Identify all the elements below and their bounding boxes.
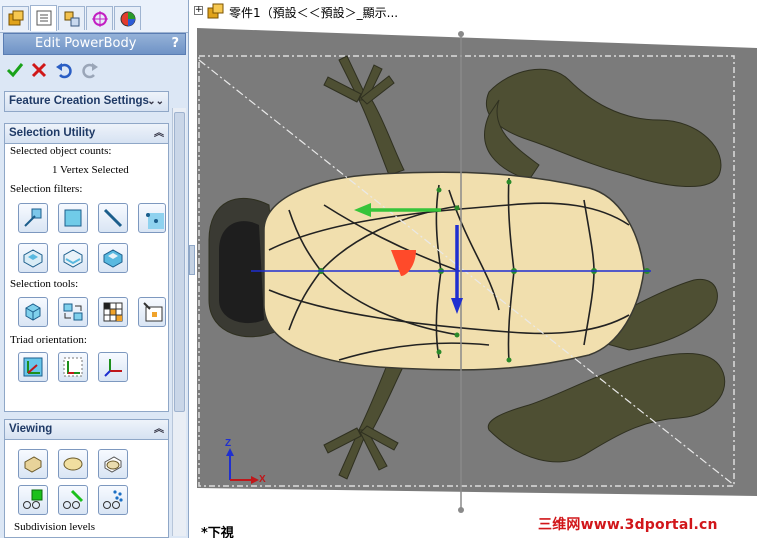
help-button[interactable]: ? [171,34,179,54]
points-filter-icon [146,213,164,229]
watermark-text: 三维网www.3dportal.cn [538,517,718,533]
triad-x-label: X [259,474,266,485]
tool-invert-selection-button[interactable] [58,297,88,327]
subdivision-levels-label: Subdivision levels [14,521,95,533]
view-vertices-button[interactable] [98,485,128,515]
graphics-viewport[interactable]: Z X + 零件1（預設＜＜預設＞_顯示... *下視 三维网www.3dpor… [189,0,757,538]
selected-counts-label: Selected object counts: [10,145,112,157]
tab-property-manager[interactable] [30,5,57,31]
selection-tools-label: Selection tools: [10,278,79,290]
selection-utility-header[interactable]: Selection Utility ︽ [4,123,169,144]
axis-endpoint-top[interactable] [458,31,464,37]
chevron-down-icon[interactable]: ⌄⌄ [147,92,164,111]
model-view-canvas[interactable] [189,0,757,538]
view-edges-button[interactable] [58,485,88,515]
chevron-up-icon[interactable]: ︽ [154,124,164,143]
dimxpert-icon [92,11,108,27]
face-filter-icon [64,209,82,227]
selection-utility-body: Selected object counts: 1 Vertex Selecte… [4,144,169,412]
view-box-mode-button[interactable] [18,449,48,479]
triad-view-button[interactable] [98,352,128,382]
undo-icon[interactable] [54,60,74,80]
view-faces-button[interactable] [18,485,48,515]
chevron-up-icon[interactable]: ︽ [154,420,164,439]
viewing-body: Subdivision levels [4,440,169,538]
filter-ring-button[interactable] [58,243,88,273]
ring-filter-icon [63,249,83,268]
vertex-filter-icon [24,208,42,227]
tab-display-manager[interactable] [114,6,141,30]
triad-global-icon [23,357,43,377]
panel-tab-strip [0,0,188,33]
tab-configuration-manager[interactable] [58,6,85,30]
boundary-filter-icon [103,249,123,268]
box-view-icon [24,456,42,473]
shrink-selection-icon [143,302,163,322]
action-buttons-row [0,57,188,83]
triad-local-icon [63,357,83,377]
feature-creation-settings-header[interactable]: Feature Creation Settings ⌄⌄ [4,91,169,112]
tab-feature-manager[interactable] [2,6,29,30]
triad-global-button[interactable] [18,352,48,382]
filter-boundary-button[interactable] [98,243,128,273]
cube-select-icon [25,303,41,321]
feature-tree-root[interactable]: 零件1（預設＜＜預設＞_顯示... [229,4,398,21]
view-orientation-label: *下視 [201,526,234,538]
panel-splitter-handle[interactable] [189,245,195,275]
panel-scrollbar[interactable] [172,108,186,536]
viewing-header[interactable]: Viewing ︽ [4,419,169,440]
tab-dimxpert[interactable] [86,6,113,30]
smooth-view-icon [63,457,83,471]
configuration-manager-icon [64,11,80,27]
display-manager-icon [120,11,136,27]
property-manager-panel: Edit PowerBody ? Feature Creation Settin… [0,0,189,538]
feature-manager-icon [8,10,24,26]
tool-grow-selection-button[interactable] [98,297,128,327]
box-smooth-view-icon [104,456,122,473]
filter-points-button[interactable] [138,203,166,233]
triad-view-icon [104,359,122,377]
selected-counts-value: 1 Vertex Selected [52,164,129,176]
triad-local-button[interactable] [58,352,88,382]
glasses-faces-icon [23,489,43,509]
edge-filter-icon [103,208,123,228]
ok-check-icon[interactable] [5,60,25,80]
triad-orientation-label: Triad orientation: [10,334,87,346]
filter-loop-button[interactable] [18,243,48,273]
view-smooth-mode-button[interactable] [58,449,88,479]
grow-selection-icon [103,302,123,322]
property-manager-icon [36,10,52,26]
cancel-x-icon[interactable] [29,60,49,80]
glasses-vertices-icon [103,490,123,509]
filter-edge-button[interactable] [98,203,128,233]
scrollbar-thumb[interactable] [174,112,185,412]
tool-shrink-selection-button[interactable] [138,297,166,327]
filter-vertex-button[interactable] [18,203,48,233]
selection-utility-title: Selection Utility [9,127,96,139]
tool-select-all-button[interactable] [18,297,48,327]
axis-endpoint-bottom[interactable] [458,507,464,513]
selection-filters-label: Selection filters: [10,183,83,195]
panel-title-bar: Edit PowerBody ? [3,33,186,55]
viewing-title: Viewing [9,423,53,435]
part-icon [207,3,224,19]
view-box-smooth-mode-button[interactable] [98,449,128,479]
feature-creation-settings-title: Feature Creation Settings [9,95,149,107]
tree-expand-button[interactable]: + [194,6,203,15]
redo-icon[interactable] [80,60,100,80]
invert-selection-icon [63,303,83,321]
triad-z-label: Z [225,438,232,449]
glasses-edges-icon [63,489,84,509]
panel-title: Edit PowerBody [35,36,137,51]
filter-face-button[interactable] [58,203,88,233]
loop-filter-icon [23,249,43,268]
